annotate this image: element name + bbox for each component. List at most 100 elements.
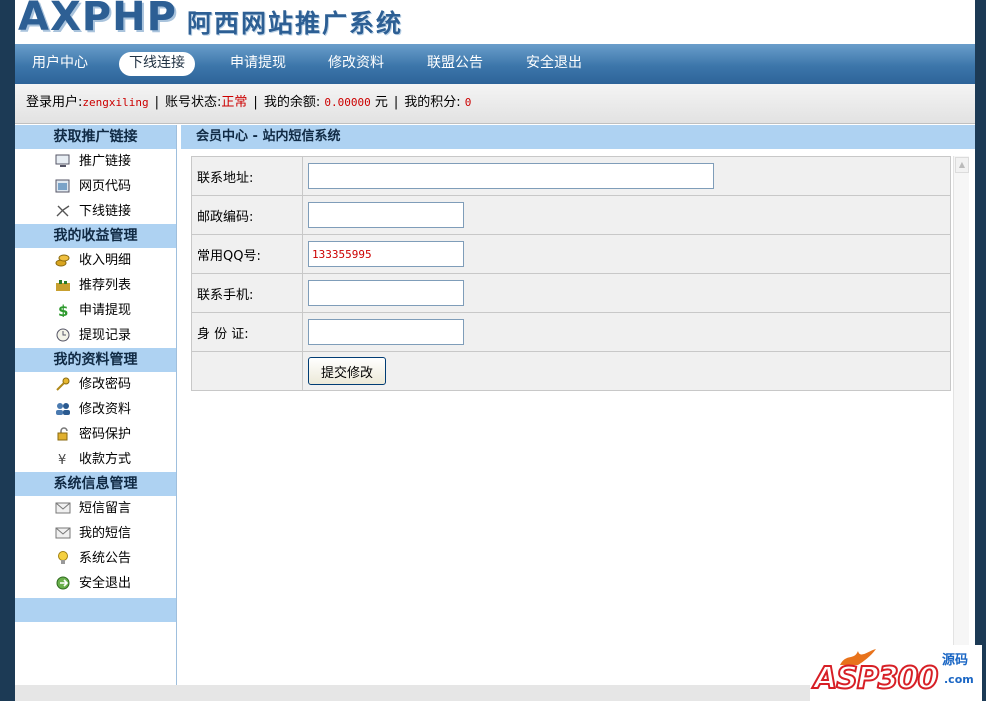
breadcrumb: 会员中心 - 站内短信系统 — [181, 125, 975, 149]
address-input[interactable] — [308, 163, 714, 189]
sidebar-item-label: 提现记录 — [79, 328, 132, 343]
qq-input[interactable] — [308, 241, 464, 267]
sidebar-item-withdraw-records[interactable]: 提现记录 — [15, 323, 176, 348]
idcard-label: 身 份 证: — [191, 312, 303, 352]
form-row: 身 份 证: — [191, 312, 951, 352]
nav-item-user-center[interactable]: 用户中心 — [32, 52, 88, 76]
key-icon — [55, 377, 71, 391]
sidebar-item-label: 收款方式 — [79, 452, 132, 467]
coins-icon — [55, 253, 71, 267]
nav-item-withdraw[interactable]: 申请提现 — [230, 52, 286, 76]
monitor-icon — [55, 154, 71, 168]
account-status-label: 账号状态: — [165, 95, 222, 110]
sidebar-item-label: 下线链接 — [79, 204, 132, 219]
svg-text:$: $ — [58, 303, 68, 317]
sidebar-item-label: 系统公告 — [79, 551, 132, 566]
watermark-brand: ASP300 — [813, 660, 939, 697]
form-row: 联系手机: — [191, 273, 951, 313]
scrollbar[interactable]: ▲ — [953, 156, 969, 676]
sidebar-item-password-protect[interactable]: 密码保护 — [15, 422, 176, 447]
bulb-icon — [55, 551, 71, 565]
sidebar-item-change-password[interactable]: 修改密码 — [15, 372, 176, 397]
clock-icon — [55, 328, 71, 342]
status-bar: 登录用户:zengxiling | 账号状态:正常 | 我的余额: 0.00000 元 |… — [15, 84, 975, 124]
webpage-icon — [55, 179, 71, 193]
sidebar: 获取推广链接 推广链接 网页代码 下线链接 我的收益管理 收入明细 推荐列表 $… — [15, 125, 177, 685]
watermark-com: .com — [944, 673, 974, 686]
separator: | — [393, 95, 399, 110]
idcard-input[interactable] — [308, 319, 464, 345]
sidebar-item-label: 短信留言 — [79, 501, 132, 516]
sidebar-item-label: 我的短信 — [79, 526, 132, 541]
mail-icon — [55, 526, 71, 540]
envelope-icon — [55, 501, 71, 515]
address-label: 联系地址: — [191, 156, 303, 196]
sidebar-section-profile: 我的资料管理 — [15, 348, 176, 372]
sidebar-item-apply-withdraw[interactable]: $ 申请提现 — [15, 298, 176, 323]
sidebar-item-label: 申请提现 — [79, 303, 132, 318]
balance-value: 0.00000 — [324, 96, 371, 109]
points-label: 我的积分: — [404, 95, 461, 110]
watermark-cn: 源码 — [942, 653, 969, 668]
sidebar-item-label: 密码保护 — [79, 427, 132, 442]
points-value: 0 — [464, 96, 472, 109]
separator: | — [253, 95, 258, 110]
logo-subtitle: 阿西网站推广系统 — [187, 9, 404, 38]
header: AXPHP 阿西网站推广系统 — [15, 0, 975, 44]
nav-item-edit-profile[interactable]: 修改资料 — [328, 52, 384, 76]
scroll-up-icon[interactable]: ▲ — [955, 157, 969, 173]
dollar-icon: $ — [55, 302, 71, 320]
exit-icon — [55, 576, 71, 590]
watermark-logo: ASP300 源码 .com — [810, 645, 982, 701]
qq-label: 常用QQ号: — [191, 234, 303, 274]
username: zengxiling — [82, 96, 149, 109]
profile-form: 联系地址: 邮政编码: 常用QQ号: 联系手机: 身 份 证: 提交修改 — [191, 156, 951, 391]
sidebar-section-system: 系统信息管理 — [15, 472, 176, 496]
account-status: 正常 — [221, 95, 248, 110]
mobile-input[interactable] — [308, 280, 464, 306]
balance-label: 我的余额: — [263, 95, 321, 110]
sidebar-item-income-detail[interactable]: 收入明细 — [15, 248, 176, 273]
lock-icon — [55, 427, 71, 441]
sidebar-item-label: 安全退出 — [79, 576, 132, 591]
nav-item-downline-links[interactable]: 下线连接 — [119, 52, 195, 76]
form-row: 常用QQ号: — [191, 234, 951, 274]
form-row: 提交修改 — [191, 351, 951, 391]
yen-icon: ¥ — [55, 452, 71, 468]
sidebar-item-label: 网页代码 — [79, 179, 132, 194]
separator: | — [154, 95, 160, 110]
nav-item-announcements[interactable]: 联盟公告 — [427, 52, 483, 76]
login-user-label: 登录用户: — [26, 95, 83, 110]
sidebar-item-messages[interactable]: 短信留言 — [15, 496, 176, 521]
left-frame-edge — [0, 0, 15, 701]
sidebar-item-label: 推广链接 — [79, 154, 132, 169]
chart-icon — [55, 278, 71, 292]
zip-input[interactable] — [308, 202, 464, 228]
balance-unit: 元 — [374, 95, 388, 110]
svg-text:¥: ¥ — [58, 453, 66, 466]
nav-item-logout[interactable]: 安全退出 — [526, 52, 582, 76]
sidebar-item-label: 收入明细 — [79, 253, 132, 268]
sidebar-item-referral-list[interactable]: 推荐列表 — [15, 273, 176, 298]
main-content: 会员中心 - 站内短信系统 联系地址: 邮政编码: 常用QQ号: 联系手机: 身… — [181, 125, 975, 685]
sidebar-item-downline-link[interactable]: 下线链接 — [15, 199, 176, 224]
form-row: 邮政编码: — [191, 195, 951, 235]
sidebar-section-earnings: 我的收益管理 — [15, 224, 176, 248]
sidebar-item-safe-exit[interactable]: 安全退出 — [15, 571, 176, 596]
logo-text: AXPHP — [18, 0, 177, 40]
sidebar-item-label: 修改密码 — [79, 377, 132, 392]
users-icon — [55, 402, 71, 416]
sidebar-item-label: 修改资料 — [79, 402, 132, 417]
sidebar-item-promo-link[interactable]: 推广链接 — [15, 149, 176, 174]
sidebar-item-webpage-code[interactable]: 网页代码 — [15, 174, 176, 199]
submit-button[interactable]: 提交修改 — [308, 357, 387, 385]
sidebar-item-system-notice[interactable]: 系统公告 — [15, 546, 176, 571]
sidebar-item-edit-profile[interactable]: 修改资料 — [15, 397, 176, 422]
sidebar-item-label: 推荐列表 — [79, 278, 132, 293]
form-row: 联系地址: — [191, 156, 951, 196]
right-frame-edge — [975, 0, 986, 701]
sidebar-section-promo-links: 获取推广链接 — [15, 125, 176, 149]
sidebar-item-my-messages[interactable]: 我的短信 — [15, 521, 176, 546]
sidebar-item-payment-method[interactable]: ¥ 收款方式 — [15, 447, 176, 472]
main-nav: 用户中心 下线连接 申请提现 修改资料 联盟公告 安全退出 — [15, 44, 975, 84]
